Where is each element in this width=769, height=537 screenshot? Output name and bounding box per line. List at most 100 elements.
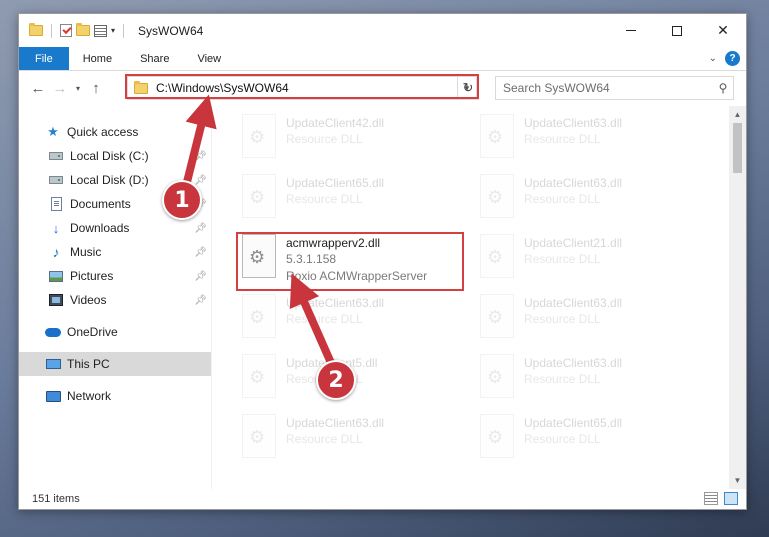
properties-check-icon[interactable] (60, 24, 72, 37)
dll-file-icon (242, 114, 276, 158)
main-area: ★ Quick access Local Disk (C:) 📌︎ Local … (19, 106, 746, 489)
file-item[interactable]: UpdateClient63.dll Resource DLL (240, 292, 470, 344)
file-name: UpdateClient42.dll (286, 116, 385, 130)
window-controls: ✕ (608, 14, 746, 47)
file-name: UpdateClient65.dll (286, 176, 385, 190)
pin-icon[interactable]: 📌︎ (194, 151, 207, 162)
step-1-badge: 1 (162, 180, 202, 220)
file-item[interactable]: UpdateClient63.dll Resource DLL (240, 412, 470, 464)
file-type: Resource DLL (524, 132, 601, 146)
search-icon[interactable]: ⚲ (713, 81, 733, 95)
tab-file[interactable]: File (19, 47, 69, 70)
nav-label: Network (67, 389, 112, 403)
nav-item-pictures[interactable]: Pictures 📌︎ (19, 264, 211, 288)
videos-icon (48, 293, 64, 307)
nav-network[interactable]: Network (19, 384, 211, 408)
file-item[interactable]: UpdateClient65.dll Resource DLL (478, 412, 708, 464)
up-button[interactable]: ↑ (85, 80, 107, 97)
file-type: Resource DLL (524, 372, 601, 386)
file-type: Resource DLL (524, 432, 601, 446)
file-type: Resource DLL (286, 192, 363, 206)
nav-label: Local Disk (D:) (70, 173, 149, 187)
quick-access-toolbar: ▾ (19, 23, 128, 38)
file-name: UpdateClient63.dll (286, 416, 385, 430)
file-list: UpdateClient42.dll Resource DLL UpdateCli… (212, 106, 746, 489)
nav-label: Local Disk (C:) (70, 149, 149, 163)
file-name: UpdateClient63.dll (524, 116, 623, 130)
downloads-icon: ↓ (52, 220, 60, 236)
recent-locations-button[interactable]: ▾ (71, 84, 85, 93)
expand-ribbon-icon[interactable]: ⌄ (709, 53, 717, 64)
minimize-icon (626, 30, 636, 31)
search-input[interactable] (503, 81, 713, 95)
file-item[interactable]: UpdateClient63.dll Resource DLL (478, 172, 708, 224)
scroll-up-icon[interactable]: ▲ (729, 106, 746, 123)
tab-home[interactable]: Home (69, 47, 126, 70)
window-title: SysWOW64 (138, 23, 204, 38)
documents-icon (48, 197, 64, 211)
dll-file-icon (480, 114, 514, 158)
close-icon: ✕ (717, 22, 729, 38)
file-item[interactable]: UpdateClient63.dll Resource DLL (478, 112, 708, 164)
chevron-down-icon[interactable]: ▾ (111, 26, 115, 35)
maximize-button[interactable] (654, 14, 700, 47)
pin-icon[interactable]: 📌︎ (194, 247, 207, 258)
back-button[interactable]: ← (27, 80, 49, 97)
dll-file-icon (242, 414, 276, 458)
file-item[interactable]: UpdateClient63.dll Resource DLL (478, 292, 708, 344)
divider (123, 23, 125, 38)
nav-item-music[interactable]: ♪ Music 📌︎ (19, 240, 211, 264)
file-type: Resource DLL (524, 312, 601, 326)
dll-file-icon (242, 294, 276, 338)
nav-item-videos[interactable]: Videos 📌︎ (19, 288, 211, 312)
nav-this-pc[interactable]: This PC (19, 352, 211, 376)
navigation-pane: ★ Quick access Local Disk (C:) 📌︎ Local … (19, 106, 212, 489)
tab-view[interactable]: View (183, 47, 235, 70)
dll-file-icon (242, 354, 276, 398)
file-type: Resource DLL (524, 192, 601, 206)
file-item[interactable]: UpdateClient21.dll Resource DLL (478, 232, 708, 284)
forward-button[interactable]: → (49, 80, 71, 97)
scroll-down-icon[interactable]: ▼ (729, 472, 746, 489)
nav-label: Documents (70, 197, 131, 211)
help-icon[interactable]: ? (725, 51, 740, 66)
tiles-view-icon[interactable] (724, 492, 738, 505)
search-box[interactable]: ⚲ (495, 76, 734, 100)
file-type: Resource DLL (286, 312, 363, 326)
dll-file-icon (480, 294, 514, 338)
properties-icon[interactable] (94, 24, 107, 37)
title-bar: ▾ SysWOW64 ✕ (19, 14, 746, 47)
step-2-badge: 2 (316, 360, 356, 400)
scroll-thumb[interactable] (733, 123, 742, 173)
folder-icon (29, 23, 43, 36)
file-type: Resource DLL (286, 132, 363, 146)
pin-icon[interactable]: 📌︎ (194, 295, 207, 306)
pictures-icon (48, 269, 64, 283)
network-icon (45, 389, 61, 403)
dll-file-icon (480, 234, 514, 278)
file-item[interactable]: UpdateClient63.dll Resource DLL (478, 352, 708, 404)
drive-icon (48, 149, 64, 163)
explorer-window: ▾ SysWOW64 ✕ File Home Share View ⌄ ? ← … (18, 13, 747, 510)
pin-icon[interactable]: 📌︎ (194, 223, 207, 234)
nav-label: Downloads (70, 221, 130, 235)
file-name: UpdateClient63.dll (286, 296, 385, 310)
file-item[interactable]: UpdateClient65.dll Resource DLL (240, 172, 470, 224)
divider (51, 23, 52, 38)
nav-item-local-disk-c[interactable]: Local Disk (C:) 📌︎ (19, 144, 211, 168)
vertical-scrollbar[interactable]: ▲ ▼ (729, 106, 746, 489)
address-highlight-box (125, 74, 479, 99)
nav-quick-access[interactable]: ★ Quick access (19, 120, 211, 144)
nav-onedrive[interactable]: OneDrive (19, 320, 211, 344)
new-folder-icon[interactable] (76, 23, 90, 36)
file-item[interactable]: UpdateClient42.dll Resource DLL (240, 112, 470, 164)
pin-icon[interactable]: 📌︎ (194, 271, 207, 282)
minimize-button[interactable] (608, 14, 654, 47)
pin-icon[interactable]: 📌︎ (194, 175, 207, 186)
tab-share[interactable]: Share (126, 47, 183, 70)
item-count: 151 items (32, 493, 80, 505)
close-button[interactable]: ✕ (700, 14, 746, 47)
details-view-icon[interactable] (704, 492, 718, 505)
